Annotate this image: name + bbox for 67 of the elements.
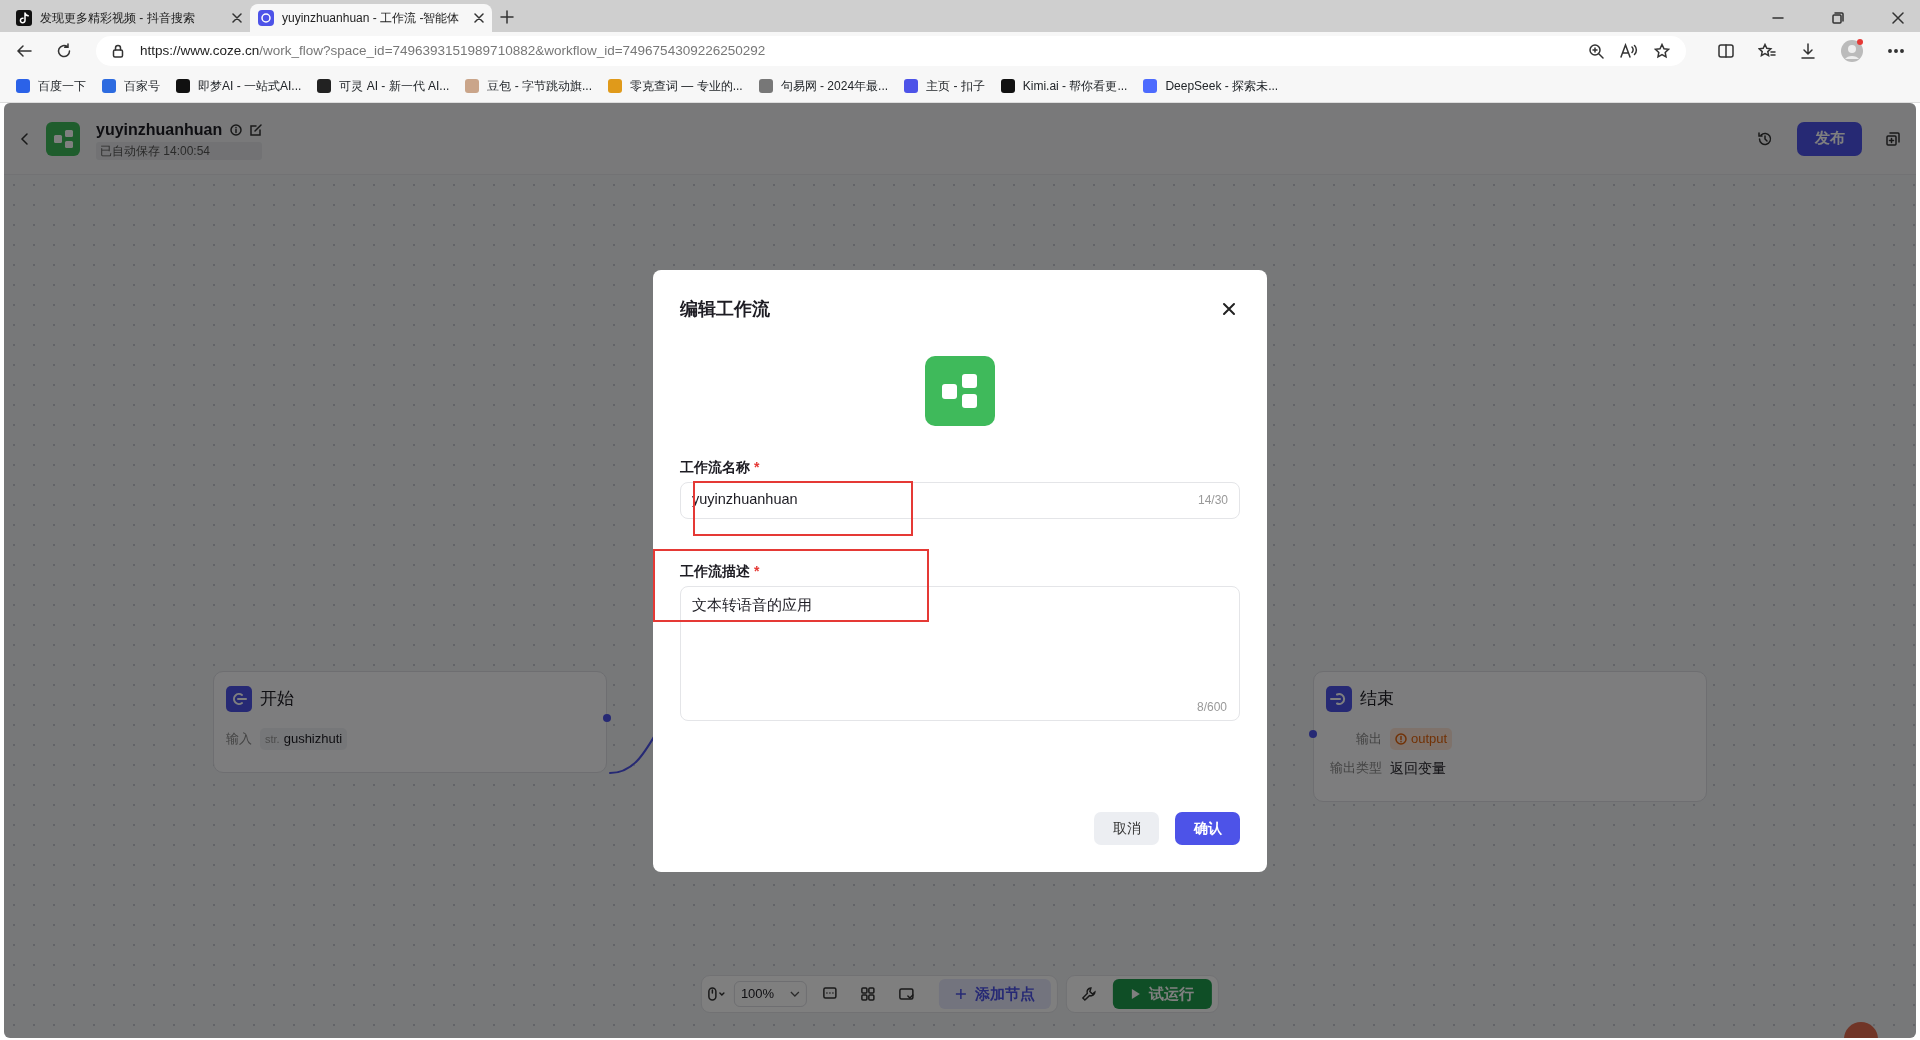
connection-port[interactable]: [603, 714, 611, 722]
more-icon[interactable]: [1888, 49, 1904, 53]
bookmark-link[interactable]: Kimi.ai - 帮你看更...: [1000, 77, 1128, 95]
close-icon[interactable]: [1222, 301, 1236, 316]
wrench-icon[interactable]: [1081, 986, 1098, 1002]
zoom-icon[interactable]: [1588, 43, 1604, 59]
node-title: 开始: [260, 688, 294, 711]
close-icon[interactable]: [1892, 12, 1904, 24]
copy-icon[interactable]: [1886, 131, 1900, 146]
character-counter: 8/600: [1196, 698, 1227, 716]
variable-tag: output: [1390, 728, 1453, 750]
app-logo-icon: [258, 10, 274, 26]
download-icon[interactable]: [1800, 43, 1816, 59]
bookmark-link[interactable]: 主页 - 扣子: [904, 77, 985, 95]
favorites-icon[interactable]: [1758, 43, 1776, 59]
workflow-logo-icon: [46, 121, 80, 156]
bookmark-link[interactable]: 豆包 - 字节跳动旗...: [465, 77, 593, 95]
autosave-status: 已自动保存 14:00:54: [96, 141, 263, 160]
end-node-icon: [1326, 686, 1352, 712]
workflow-logo-icon: [925, 355, 995, 426]
split-screen-icon[interactable]: [1718, 43, 1734, 59]
confirm-button[interactable]: 确认: [1175, 811, 1240, 845]
restore-icon[interactable]: [1832, 12, 1844, 24]
bookmark-link[interactable]: 零克查词 — 专业的...: [608, 77, 743, 95]
close-icon[interactable]: [232, 13, 242, 23]
info-icon[interactable]: [230, 123, 243, 136]
plus-icon: [955, 988, 968, 1000]
description-input[interactable]: 文本转语音的应用: [692, 594, 1228, 685]
bookmark-link[interactable]: DeepSeek - 探索未...: [1143, 77, 1279, 95]
tab-title: yuyinzhuanhuan - 工作流 -智能体: [282, 10, 461, 27]
cancel-button[interactable]: 取消: [1094, 811, 1159, 845]
comment-icon[interactable]: [823, 987, 838, 1001]
edit-icon[interactable]: [250, 123, 263, 136]
start-node-icon: [226, 686, 252, 712]
field-value: 返回变量: [1390, 758, 1446, 778]
bookmark-link[interactable]: 即梦AI - 一站式AI...: [176, 77, 302, 95]
node-title: 结束: [1360, 688, 1394, 711]
browser-tab[interactable]: 发现更多精彩视频 - 抖音搜索: [8, 4, 250, 32]
workflow-title: yuyinzhuanhuan: [96, 119, 223, 140]
caret-icon: [790, 991, 801, 997]
warning-icon: [1395, 732, 1407, 745]
minimap-icon[interactable]: [899, 987, 916, 1001]
star-icon[interactable]: [1654, 43, 1670, 59]
bookmark-link[interactable]: 可灵 AI - 新一代 AI...: [317, 77, 450, 95]
browser-tab[interactable]: yuyinzhuanhuan - 工作流 -智能体: [250, 4, 492, 32]
play-icon: [1131, 988, 1142, 1000]
new-tab-icon[interactable]: [500, 10, 514, 24]
bookmark-link[interactable]: 句易网 - 2024年最...: [758, 77, 889, 95]
bookmark-link[interactable]: 百度一下: [16, 77, 86, 95]
lock-icon: [112, 44, 124, 58]
field-label: 工作流描述 *: [680, 561, 761, 581]
tab-title: 发现更多精彩视频 - 抖音搜索: [40, 10, 196, 27]
field-label: 工作流名称 *: [680, 457, 761, 477]
back-icon[interactable]: [16, 43, 32, 59]
music-note-icon: [16, 10, 32, 26]
bookmark-link[interactable]: 百家号: [102, 77, 160, 95]
connection-port[interactable]: [1309, 730, 1317, 738]
grid-icon[interactable]: [861, 987, 876, 1001]
mouse-icon[interactable]: [707, 987, 726, 1001]
dialog-title: 编辑工作流: [680, 297, 770, 321]
history-icon[interactable]: [1757, 130, 1773, 147]
read-aloud-icon[interactable]: [1620, 43, 1638, 59]
close-icon[interactable]: [474, 13, 484, 23]
reload-icon[interactable]: [56, 43, 72, 59]
description-field[interactable]: 文本转语音的应用 8/600: [680, 585, 1240, 721]
profile-avatar-icon[interactable]: [1840, 39, 1864, 63]
character-counter: 14/30: [1197, 492, 1228, 509]
